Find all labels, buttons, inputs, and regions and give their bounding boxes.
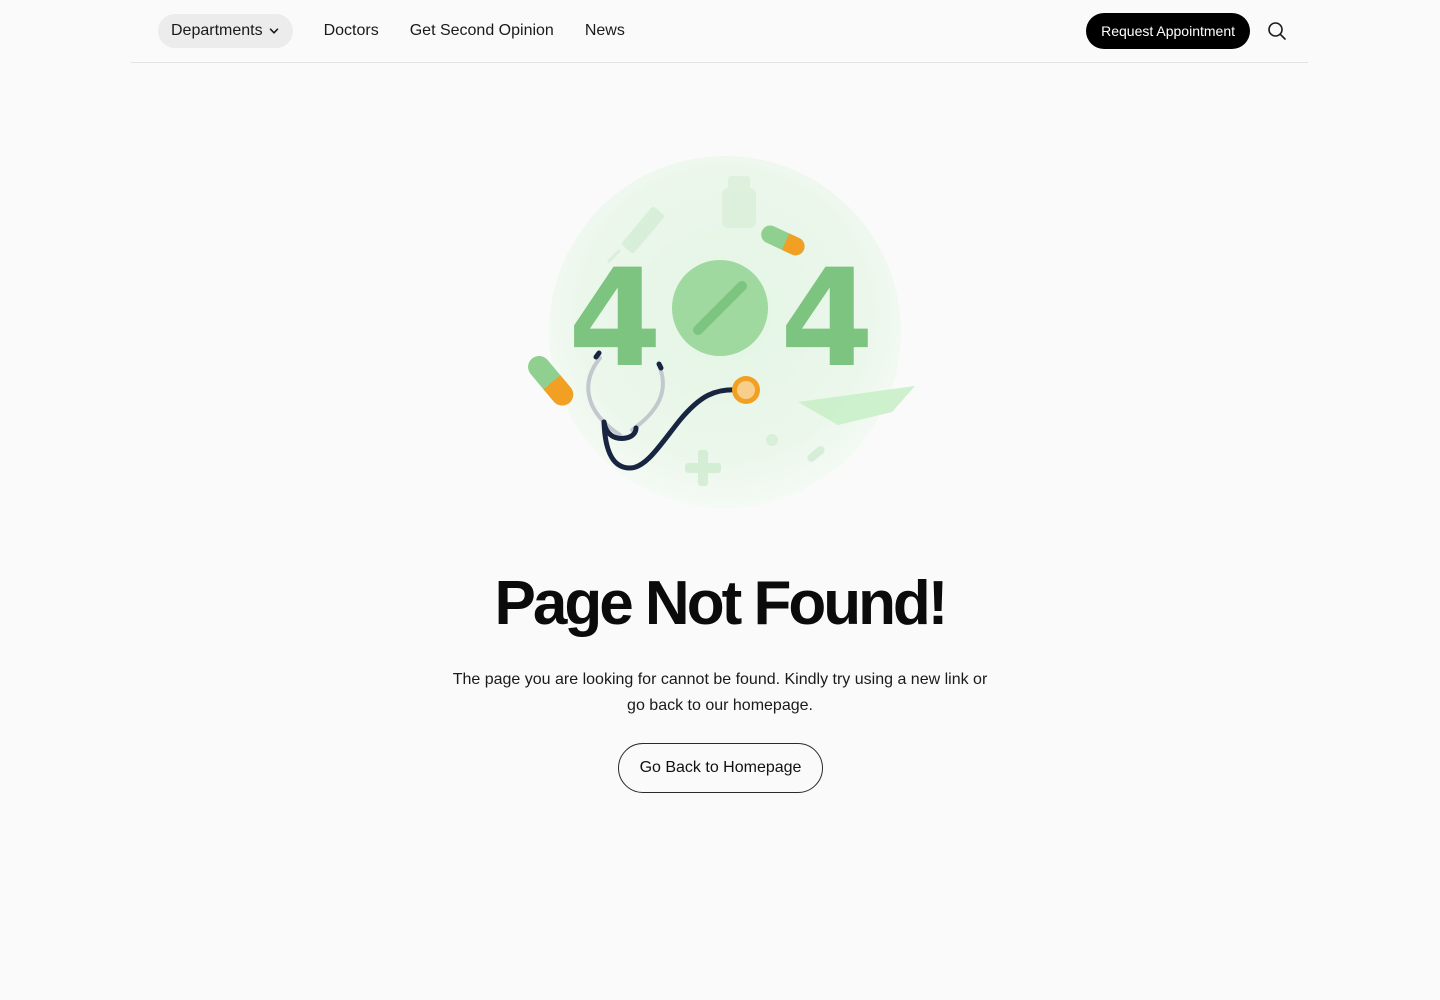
departments-label: Departments xyxy=(171,22,263,39)
search-button[interactable] xyxy=(1266,20,1288,42)
departments-dropdown[interactable]: Departments xyxy=(158,14,293,48)
search-icon xyxy=(1268,22,1286,40)
nav-link-news[interactable]: News xyxy=(585,22,625,40)
request-appointment-button[interactable]: Request Appointment xyxy=(1086,13,1250,49)
digit-four-left: 4 xyxy=(568,240,662,397)
nav-link-doctors[interactable]: Doctors xyxy=(324,22,379,40)
digit-four-right: 4 xyxy=(780,240,874,397)
404-illustration: 4 4 xyxy=(528,156,915,508)
nav-actions: Request Appointment xyxy=(1086,13,1288,49)
nav-link-second-opinion[interactable]: Get Second Opinion xyxy=(410,22,554,40)
primary-nav: Departments Doctors Get Second Opinion N… xyxy=(158,14,625,48)
go-back-homepage-button[interactable]: Go Back to Homepage xyxy=(618,743,823,793)
chevron-down-icon xyxy=(269,28,278,34)
page-title: Page Not Found! xyxy=(494,569,949,638)
page-description: The page you are looking for cannot be f… xyxy=(452,671,988,714)
top-navigation: Departments Doctors Get Second Opinion N… xyxy=(131,0,1308,63)
